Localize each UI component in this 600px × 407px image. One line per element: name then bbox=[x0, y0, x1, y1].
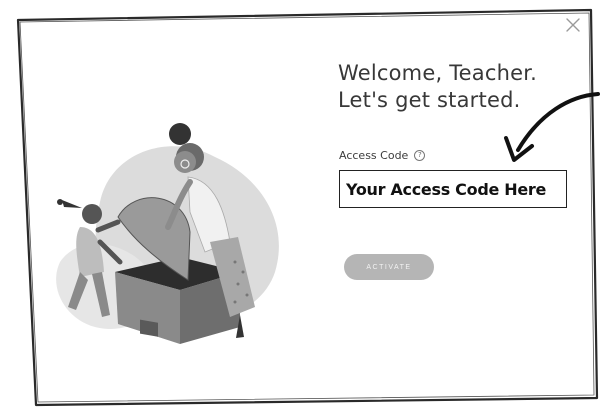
close-button[interactable] bbox=[564, 16, 582, 34]
welcome-title: Welcome, Teacher. Let's get started. bbox=[338, 60, 537, 114]
access-code-label-text: Access Code bbox=[339, 149, 409, 162]
welcome-title-line1: Welcome, Teacher. bbox=[338, 61, 538, 85]
access-code-label: Access Code ? bbox=[339, 149, 426, 162]
access-code-input[interactable] bbox=[339, 170, 567, 208]
screenshot-stage: Welcome, Teacher. Let's get started. Acc… bbox=[0, 0, 600, 407]
activate-button[interactable]: ACTIVATE bbox=[344, 254, 434, 280]
question-circle-icon[interactable]: ? bbox=[414, 150, 426, 161]
welcome-title-line2: Let's get started. bbox=[338, 88, 521, 112]
close-icon bbox=[566, 18, 580, 32]
teacher-student-illustration bbox=[56, 123, 279, 344]
